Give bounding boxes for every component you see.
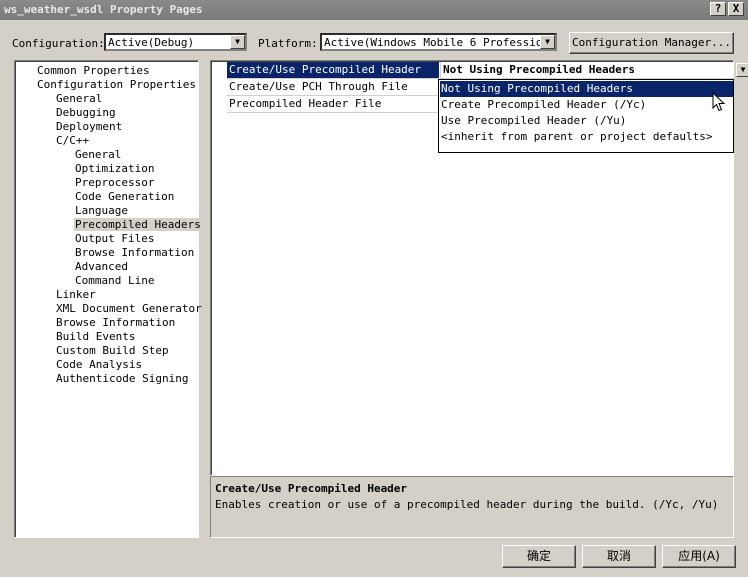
tree-item[interactable]: Output Files <box>75 232 154 245</box>
tree-item[interactable]: Browse Information <box>56 316 175 329</box>
configuration-value: Active(Debug) <box>108 36 195 49</box>
tree-item[interactable]: Precompiled Headers <box>74 218 202 231</box>
property-name[interactable]: Create/Use Precompiled Header <box>227 62 439 79</box>
tree-item[interactable]: Deployment <box>56 120 122 133</box>
description-text: Enables creation or use of a precompiled… <box>215 498 719 511</box>
dropdown-option[interactable]: Create Precompiled Header (/Yc) <box>440 97 733 113</box>
platform-label: Platform: <box>258 37 318 50</box>
dropdown-option[interactable]: <inherit from parent or project defaults… <box>440 129 733 145</box>
tree-item[interactable]: Configuration Properties <box>37 78 196 91</box>
tree-item[interactable]: Code Analysis <box>56 358 142 371</box>
tree-item[interactable]: Code Generation <box>75 190 174 203</box>
configuration-label: Configuration: <box>12 37 105 50</box>
tree-item[interactable]: General <box>56 92 102 105</box>
description-title: Create/Use Precompiled Header <box>215 482 408 495</box>
tree-item[interactable]: Build Events <box>56 330 135 343</box>
property-name[interactable]: Create/Use PCH Through File <box>227 79 439 96</box>
cancel-button[interactable]: 取消 <box>582 545 656 568</box>
dropdown-option[interactable]: Not Using Precompiled Headers <box>440 81 733 97</box>
chevron-down-icon[interactable]: ▼ <box>230 35 245 49</box>
window-title: ws_weather_wsdl Property Pages <box>4 3 203 16</box>
tree-item[interactable]: Advanced <box>75 260 128 273</box>
help-button[interactable]: ? <box>710 2 726 16</box>
property-value-text: Not Using Precompiled Headers <box>443 63 636 76</box>
title-bar: ws_weather_wsdl Property Pages ? X <box>0 0 748 20</box>
tree-item[interactable]: Language <box>75 204 128 217</box>
tree-item[interactable]: Linker <box>56 288 96 301</box>
tree-item[interactable]: C/C++ <box>56 134 89 147</box>
property-value[interactable]: Not Using Precompiled Headers ▼ <box>440 62 748 79</box>
cursor-icon <box>712 92 726 112</box>
tree-item[interactable]: Command Line <box>75 274 154 287</box>
platform-value: Active(Windows Mobile 6 Professional <box>324 36 542 49</box>
category-tree[interactable]: Common Properties Configuration Propertie… <box>14 60 202 538</box>
chevron-down-icon[interactable]: ▼ <box>736 63 748 77</box>
tree-item[interactable]: General <box>75 148 121 161</box>
property-name[interactable]: Precompiled Header File <box>227 96 439 113</box>
configuration-select[interactable]: Active(Debug) ▼ <box>104 33 247 51</box>
ok-button[interactable]: 确定 <box>502 545 576 568</box>
tree-item[interactable]: XML Document Generator <box>56 302 202 315</box>
description-panel: Create/Use Precompiled Header Enables cr… <box>210 476 734 538</box>
tree-item[interactable]: Browse Information <box>75 246 194 259</box>
tree-item[interactable]: Authenticode Signing <box>56 372 188 385</box>
platform-select[interactable]: Active(Windows Mobile 6 Professional ▼ <box>320 33 557 51</box>
dropdown-option[interactable]: Use Precompiled Header (/Yu) <box>440 113 733 129</box>
tree-item[interactable]: Optimization <box>75 162 154 175</box>
property-pages-dialog: ws_weather_wsdl Property Pages ? X Confi… <box>0 0 748 577</box>
chevron-down-icon[interactable]: ▼ <box>540 35 555 49</box>
configuration-manager-button[interactable]: Configuration Manager... <box>569 32 734 54</box>
tree-item[interactable]: Common Properties <box>37 64 150 77</box>
close-button[interactable]: X <box>728 2 744 16</box>
tree-item[interactable]: Debugging <box>56 106 116 119</box>
value-dropdown-list[interactable]: Not Using Precompiled Headers Create Prec… <box>438 79 734 153</box>
property-row[interactable]: Create/Use Precompiled Header Not Using P… <box>227 62 748 79</box>
tree-item[interactable]: Preprocessor <box>75 176 154 189</box>
tree-item[interactable]: Custom Build Step <box>56 344 169 357</box>
apply-button[interactable]: 应用(A) <box>662 545 736 568</box>
